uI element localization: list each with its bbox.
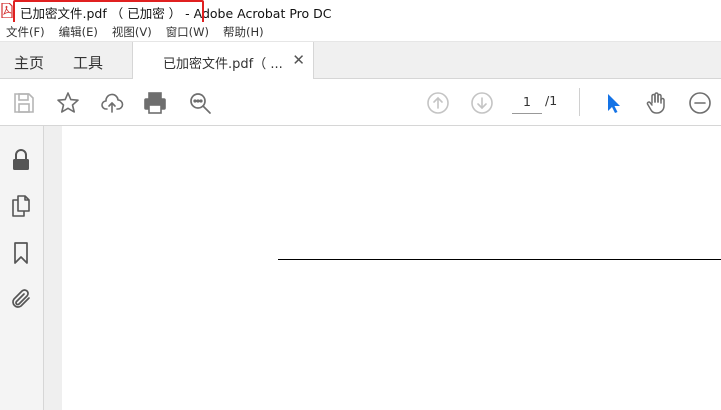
menu-file[interactable]: 文件(F) [6, 24, 45, 40]
tab-home[interactable]: 主页 [14, 52, 44, 73]
attachments-icon[interactable] [9, 287, 33, 311]
page-total-label: /1 [545, 93, 558, 108]
document-gutter [44, 126, 62, 410]
next-page-icon[interactable] [469, 90, 495, 116]
page-thumbnails-icon[interactable] [9, 194, 33, 218]
document-page[interactable] [62, 126, 721, 410]
menu-edit[interactable]: 编辑(E) [59, 24, 98, 40]
tab-tools[interactable]: 工具 [73, 52, 103, 73]
menu-bar: 文件(F) 编辑(E) 视图(V) 窗口(W) 帮助(H) [0, 22, 721, 42]
cloud-upload-icon[interactable] [99, 90, 125, 116]
left-navigation-panel [0, 126, 44, 410]
hand-tool-icon[interactable] [643, 90, 669, 116]
bookmark-star-icon[interactable] [55, 90, 81, 116]
bookmarks-icon[interactable] [9, 241, 33, 265]
lock-icon[interactable] [9, 148, 33, 172]
acrobat-app-icon [1, 3, 13, 18]
save-icon[interactable] [11, 90, 37, 116]
acrobat-window: 已加密文件.pdf （ 已加密 ） - Adobe Acrobat Pro DC… [0, 0, 721, 410]
title-bar: 已加密文件.pdf （ 已加密 ） - Adobe Acrobat Pro DC [0, 0, 721, 30]
document-tab-label: 已加密文件.pdf（ ... [163, 57, 283, 72]
page-number-input[interactable]: 1 [512, 92, 542, 114]
menu-view[interactable]: 视图(V) [112, 24, 152, 40]
previous-page-icon[interactable] [425, 90, 451, 116]
horizontal-rule [278, 259, 721, 260]
tab-document[interactable]: 已加密文件.pdf（ ... ✕ [132, 42, 314, 79]
zoom-out-icon[interactable] [687, 90, 713, 116]
menu-window[interactable]: 窗口(W) [166, 24, 209, 40]
zoom-search-icon[interactable] [187, 90, 213, 116]
print-icon[interactable] [142, 90, 168, 116]
toolbar-separator [579, 88, 580, 116]
menu-help[interactable]: 帮助(H) [223, 24, 264, 40]
tab-bar: 主页 工具 已加密文件.pdf（ ... ✕ [0, 42, 721, 79]
close-tab-icon[interactable]: ✕ [292, 51, 305, 69]
toolbar: 1 /1 [0, 79, 721, 126]
select-cursor-icon[interactable] [600, 90, 626, 116]
